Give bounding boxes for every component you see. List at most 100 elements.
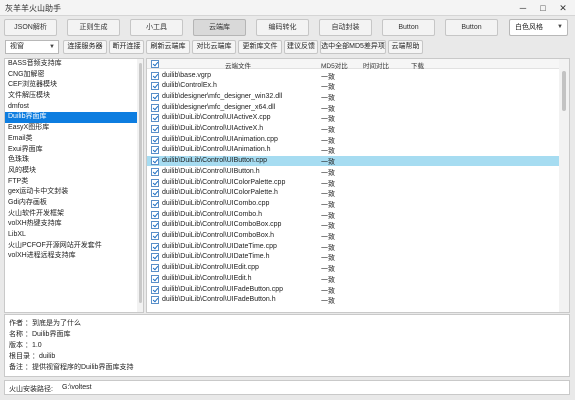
list-item[interactable]: 色珠珠 [5,155,143,166]
list-item[interactable]: volXH进程远程支持库 [5,251,143,262]
list-item-selected[interactable]: Duilib界面库 [5,112,143,124]
row-checkbox[interactable] [151,114,159,123]
table-row[interactable]: duilib\DuiLib\Control\UIDateTime.h 一致 [147,252,560,263]
list-scrollbar[interactable] [137,59,143,312]
tab-encoding[interactable]: 编码转化 [256,19,309,36]
row-checkbox[interactable] [151,285,159,294]
feedback-button[interactable]: 建议反馈 [284,40,318,54]
table-row[interactable]: duilib\designer\mfc_designer_win32.dll 一致 [147,91,560,102]
row-checkbox[interactable] [151,92,159,101]
list-item[interactable]: 文件解压模块 [5,91,143,102]
row-checkbox[interactable] [151,274,159,283]
list-item[interactable]: dmfost [5,102,143,113]
row-checkbox[interactable] [151,71,159,80]
file-path-cell: duilib\base.vgrp [162,71,212,79]
row-checkbox[interactable] [151,178,159,187]
view-select-value: 视窗 [10,43,24,50]
close-button[interactable]: ✕ [555,2,571,14]
list-item[interactable]: Email类 [5,134,143,145]
table-row[interactable]: duilib\DuiLib\Control\UIActiveX.h 一致 [147,124,560,135]
view-select[interactable]: 视窗 ▼ [5,40,59,54]
scrollbar-thumb[interactable] [139,63,142,303]
file-grid: 云端文件 MD5对比 时间对比 下载 duilib\base.vgrp 一致 dui… [146,58,570,313]
row-checkbox[interactable] [151,82,159,91]
install-path-value[interactable]: G:\voltest [62,384,92,391]
table-row-selected[interactable]: duilib\DuiLib\Control\UIButton.cpp 一致 [147,155,560,167]
select-md5-diff-button[interactable]: 选中全部MD5差异项 [320,40,386,54]
row-checkbox[interactable] [151,264,159,273]
list-item[interactable]: Gdi内存画板 [5,198,143,209]
row-checkbox[interactable] [151,103,159,112]
table-row[interactable]: duilib\DuiLib\Control\UIActiveX.cpp 一致 [147,113,560,124]
table-row[interactable]: duilib\DuiLib\Control\UIEdit.cpp 一致 [147,263,560,274]
row-checkbox[interactable] [151,157,159,166]
row-checkbox[interactable] [151,296,159,305]
list-item[interactable]: LibXL [5,230,143,241]
table-row[interactable]: duilib\DuiLib\Control\UICombo.h 一致 [147,209,560,220]
tab-tools[interactable]: 小工具 [130,19,183,36]
table-row[interactable]: duilib\DuiLib\Control\UIColorPalette.cpp… [147,177,560,188]
row-checkbox[interactable] [151,242,159,251]
table-row[interactable]: duilib\DuiLib\Control\UIComboBox.cpp 一致 [147,220,560,231]
table-row[interactable]: duilib\DuiLib\Control\UIDateTime.cpp 一致 [147,241,560,252]
connect-server-button[interactable]: 连接服务器 [63,40,107,54]
tab-cloud-library[interactable]: 云端库 [193,19,246,36]
tab-json[interactable]: JSON解析 [4,19,57,36]
refresh-cloud-button[interactable]: 刷新云端库 [146,40,190,54]
file-path-cell: duilib\DuiLib\Control\UICombo.cpp [162,199,270,207]
row-checkbox[interactable] [151,210,159,219]
info-root-dir: 根目录 ：duilib [9,353,56,360]
tab-button-2[interactable]: Button [445,19,498,36]
info-version: 版本 ：1.0 [9,342,42,349]
cloud-help-button[interactable]: 云端帮助 [388,40,423,54]
list-item[interactable]: CEF浏览器模块 [5,80,143,91]
file-path-cell: duilib\DuiLib\Control\UIFadeButton.cpp [162,285,284,293]
table-row[interactable]: duilib\DuiLib\Control\UIEdit.h 一致 [147,273,560,284]
row-checkbox[interactable] [151,199,159,208]
list-item[interactable]: FTP类 [5,177,143,188]
minimize-button[interactable]: ─ [515,2,531,14]
table-row[interactable]: duilib\DuiLib\Control\UIAnimation.h 一致 [147,145,560,156]
list-item[interactable]: 火山PCFOF开源网站开发套件 [5,241,143,252]
list-item[interactable]: BASS音频支持库 [5,59,143,70]
list-item[interactable]: CNG加解密 [5,70,143,81]
table-row[interactable]: duilib\DuiLib\Control\UIFadeButton.h 一致 [147,295,560,306]
row-checkbox[interactable] [151,253,159,262]
table-row[interactable]: duilib\DuiLib\Control\UIComboBox.h 一致 [147,231,560,242]
file-path-cell: duilib\DuiLib\Control\UIButton.cpp [162,157,268,165]
compare-cloud-button[interactable]: 对比云端库 [192,40,236,54]
file-path-cell: duilib\DuiLib\Control\UIActiveX.cpp [162,114,271,122]
table-row[interactable]: duilib\DuiLib\Control\UICombo.cpp 一致 [147,198,560,209]
row-checkbox[interactable] [151,221,159,230]
table-row[interactable]: duilib\DuiLib\Control\UIColorPalette.h 一致 [147,188,560,199]
list-item[interactable]: 风的模块 [5,166,143,177]
row-checkbox[interactable] [151,232,159,240]
list-item[interactable]: EasyX图形库 [5,123,143,134]
column-header-md5: MD5对比 [321,63,348,70]
table-row[interactable]: duilib\designer\mfc_designer_x64.dll 一致 [147,102,560,113]
tab-button-1[interactable]: Button [382,19,435,36]
disconnect-button[interactable]: 断开连接 [109,40,144,54]
maximize-button[interactable]: □ [535,2,551,14]
row-checkbox[interactable] [151,125,159,133]
table-row[interactable]: duilib\base.vgrp 一致 [147,70,560,81]
row-checkbox[interactable] [151,135,159,144]
theme-select[interactable]: 白色风格 ▼ [509,19,568,36]
list-item[interactable]: volXH热键支持库 [5,219,143,230]
tab-regex[interactable]: 正则生成 [67,19,120,36]
row-checkbox[interactable] [151,167,159,176]
list-item[interactable]: Exui界面库 [5,145,143,156]
scrollbar-thumb[interactable] [562,71,566,111]
select-all-checkbox[interactable] [151,60,159,68]
tab-auto-wrap[interactable]: 自动封装 [319,19,372,36]
table-row[interactable]: duilib\DuiLib\Control\UIFadeButton.cpp 一致 [147,284,560,295]
row-checkbox[interactable] [151,189,159,198]
row-checkbox[interactable] [151,146,159,155]
update-files-button[interactable]: 更新库文件 [238,40,282,54]
table-row[interactable]: duilib\DuiLib\Control\UIAnimation.cpp 一致 [147,134,560,145]
table-row[interactable]: duilib\DuiLib\Control\UIButton.h 一致 [147,166,560,177]
grid-scrollbar[interactable] [559,59,569,312]
table-row[interactable]: duilib\ControlEx.h 一致 [147,81,560,92]
list-item[interactable]: 火山软件开发框架 [5,209,143,220]
list-item[interactable]: gex运动卡中文封装 [5,187,143,198]
